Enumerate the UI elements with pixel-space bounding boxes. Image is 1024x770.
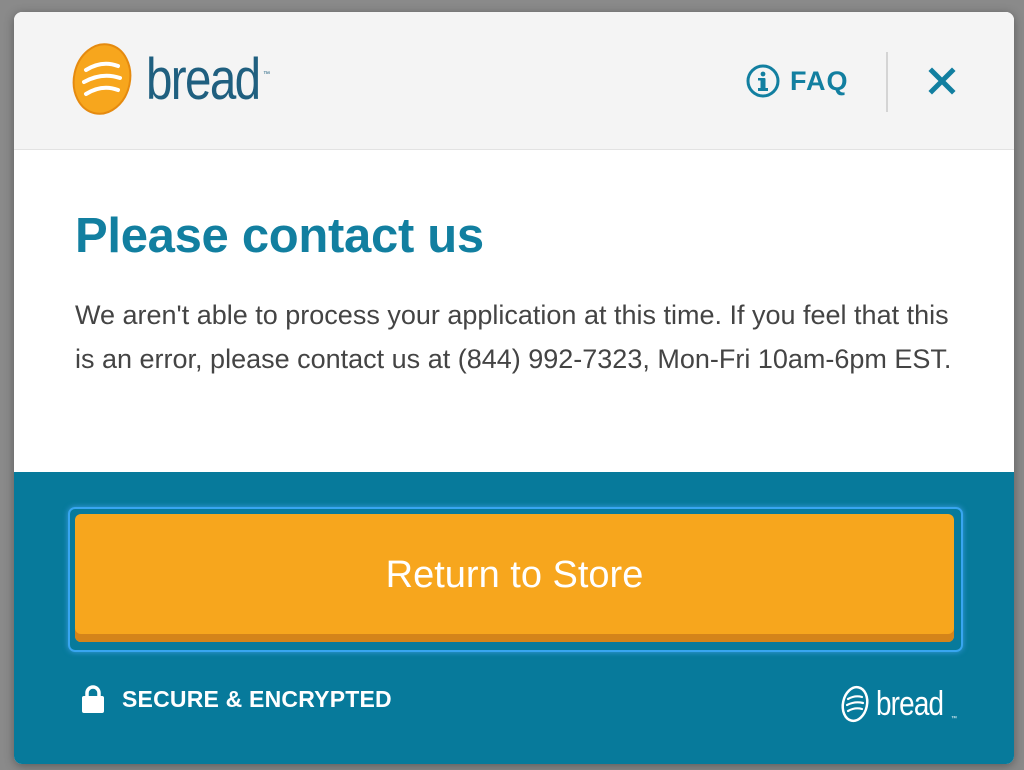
page-title: Please contact us — [75, 209, 484, 263]
lock-icon — [82, 685, 104, 713]
faq-link[interactable]: FAQ — [746, 64, 849, 98]
modal-body: Please contact us We aren't able to proc… — [14, 150, 1014, 472]
modal-header: bread ™ FAQ — [14, 12, 1014, 150]
bread-loaf-icon — [72, 43, 132, 115]
footer-bread-logo: bread — [840, 684, 958, 724]
trademark-symbol: ™ — [263, 71, 270, 78]
close-icon[interactable] — [924, 63, 960, 99]
contact-us-modal: bread ™ FAQ Please contact us We aren't … — [14, 12, 1014, 764]
modal-footer: Return to Store SECURE & ENCRYPTED bread… — [14, 472, 1014, 764]
secure-encrypted-label: SECURE & ENCRYPTED — [122, 685, 392, 712]
secure-badge: SECURE & ENCRYPTED — [81, 684, 392, 714]
faq-label: FAQ — [790, 65, 849, 96]
info-circle-icon — [746, 64, 780, 98]
return-to-store-button[interactable]: Return to Store — [75, 514, 954, 642]
bread-logo-text: bread — [146, 47, 261, 112]
footer-trademark-symbol: ™ — [951, 716, 957, 722]
bread-logo: bread — [72, 42, 284, 116]
error-message: We aren't able to process your applicati… — [75, 300, 952, 374]
return-to-store-focus-ring: Return to Store — [68, 507, 963, 652]
footer-logo-text: bread — [876, 685, 944, 723]
header-divider — [886, 52, 888, 112]
bread-loaf-outline-icon — [841, 685, 869, 723]
